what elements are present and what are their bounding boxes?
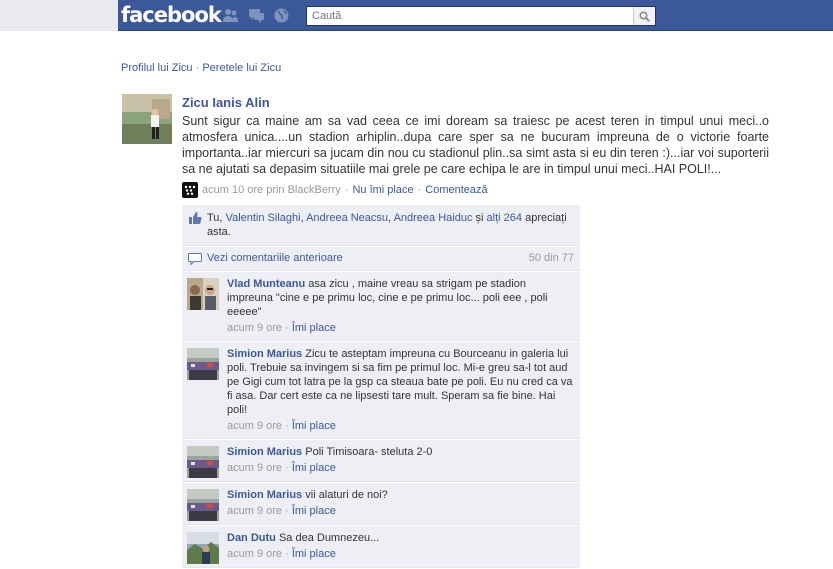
commenter-name[interactable]: Vlad Munteanu [227, 278, 305, 290]
like-comment-link[interactable]: Îmi place [292, 462, 336, 474]
commenter-name[interactable]: Simion Marius [227, 446, 302, 458]
like-comment-link[interactable]: Îmi place [292, 322, 336, 334]
friend-requests-icon[interactable] [222, 7, 239, 24]
comment-link[interactable]: Comentează [425, 184, 487, 196]
breadcrumb: Profilul lui Zicu · Peretele lui Zicu [121, 62, 281, 74]
comment-count: 50 din 77 [528, 252, 574, 264]
messages-icon[interactable] [248, 7, 265, 24]
meta-separator: · [285, 420, 289, 432]
comment-text: vii alaturi de noi? [305, 489, 388, 501]
blackberry-icon [182, 182, 198, 198]
likes-others-link[interactable]: alți 264 [487, 212, 522, 224]
meta-separator: · [417, 184, 422, 196]
comment-item: Simion Marius Zicu te asteptam impreuna … [182, 342, 580, 439]
commenter-name[interactable]: Simion Marius [227, 489, 302, 501]
liker-link[interactable]: Andreea Neacsu [306, 212, 388, 224]
search-input[interactable] [307, 7, 632, 25]
commenter-avatar[interactable] [187, 532, 219, 564]
post-meta: acum 10 ore prin BlackBerry · Nu îmi pla… [182, 182, 488, 198]
comment-meta: acum 9 ore · Îmi place [227, 461, 574, 475]
comment-item: Simion Marius vii alaturi de noi? acum 9… [182, 483, 580, 525]
comment-time[interactable]: acum 9 ore [227, 322, 282, 334]
comment-meta: acum 9 ore · Îmi place [227, 547, 574, 561]
meta-separator: · [285, 462, 289, 474]
post-text: Sunt sigur ca maine am sa vad ceea ce im… [182, 114, 769, 176]
facebook-logo[interactable]: facebook [121, 3, 222, 27]
search-box[interactable] [306, 6, 656, 26]
comment-meta: acum 9 ore · Îmi place [227, 419, 574, 433]
comment-time[interactable]: acum 9 ore [227, 420, 282, 432]
comment-meta: acum 9 ore · Îmi place [227, 321, 574, 335]
likes-you: Tu, [207, 212, 223, 224]
commenter-avatar[interactable] [187, 489, 219, 521]
liker-link[interactable]: Andreea Haiduc [394, 212, 473, 224]
like-comment-link[interactable]: Îmi place [292, 420, 336, 432]
comment-text: Sa dea Dumnezeu... [278, 532, 380, 544]
comment-item: Vlad Munteanu asa zicu , maine vreau sa … [182, 272, 580, 341]
like-comment-link[interactable]: Îmi place [292, 548, 336, 560]
search-button[interactable] [633, 7, 655, 25]
liker-link[interactable]: Valentin Silaghi [226, 212, 301, 224]
unlike-link[interactable]: Nu îmi place [352, 184, 413, 196]
view-previous-comments[interactable]: Vezi comentariile anterioare 50 din 77 [182, 247, 580, 271]
commenter-avatar[interactable] [187, 348, 219, 380]
comment-time[interactable]: acum 9 ore [227, 462, 282, 474]
author-avatar[interactable] [122, 94, 172, 144]
commenter-avatar[interactable] [187, 446, 219, 478]
meta-separator: · [285, 505, 289, 517]
commenter-name[interactable]: Simion Marius [227, 348, 302, 360]
meta-separator: · [344, 184, 349, 196]
commenter-avatar[interactable] [187, 278, 219, 310]
view-previous-link[interactable]: Vezi comentariile anterioare [207, 252, 343, 264]
thumbs-up-icon [189, 212, 202, 224]
meta-separator: · [285, 322, 289, 334]
meta-separator: · [285, 548, 289, 560]
post-timestamp[interactable]: acum 10 ore prin BlackBerry [202, 184, 341, 196]
comment-meta: acum 9 ore · Îmi place [227, 504, 574, 518]
profile-link[interactable]: Profilul lui Zicu [121, 62, 193, 74]
comment-item: Dan Dutu Sa dea Dumnezeu... acum 9 ore ·… [182, 526, 580, 568]
feedback-box: Tu, Valentin Silaghi, Andreea Neacsu, An… [182, 205, 580, 569]
commenter-name[interactable]: Dan Dutu [227, 532, 276, 544]
likes-summary: Tu, Valentin Silaghi, Andreea Neacsu, An… [182, 205, 580, 246]
left-gutter [0, 0, 118, 31]
breadcrumb-separator: · [195, 62, 200, 74]
comment-bubble-icon [188, 253, 202, 265]
post-author-name[interactable]: Zicu Ianis Alin [182, 95, 270, 110]
comment-time[interactable]: acum 9 ore [227, 505, 282, 517]
search-icon [639, 10, 650, 22]
wall-link[interactable]: Peretele lui Zicu [202, 62, 281, 74]
comment-text: Poli Timisoara- steluta 2-0 [305, 446, 433, 458]
comment-time[interactable]: acum 9 ore [227, 548, 282, 560]
likes-and: și [475, 212, 484, 224]
notifications-globe-icon[interactable] [273, 7, 290, 24]
comment-item: Simion Marius Poli Timisoara- steluta 2-… [182, 440, 580, 482]
top-bar: facebook [0, 0, 833, 31]
like-comment-link[interactable]: Îmi place [292, 505, 336, 517]
